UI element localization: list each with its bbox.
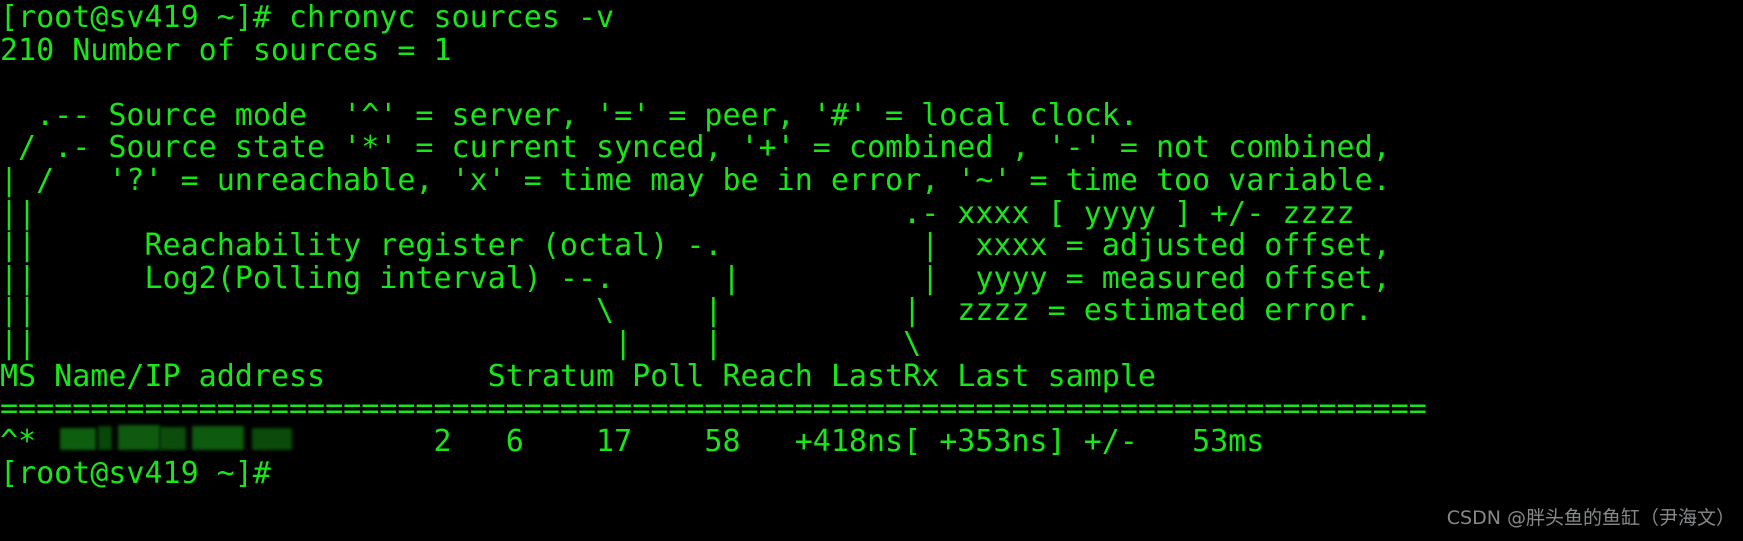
- terminal-line-prompt: [root@sv419 ~]#: [0, 456, 271, 492]
- table-cell-values: 2 6 17 58 +418ns[ +353ns] +/- 53ms: [54, 423, 1265, 459]
- terminal-line-legend-unreachable: | / '?' = unreachable, 'x' = time may be…: [0, 162, 1391, 198]
- table-header-row: MS Name/IP address Stratum Poll Reach La…: [0, 358, 1156, 394]
- table-row: ^* 2 6 17 58 +418ns[ +353ns] +/- 53ms: [0, 423, 1743, 459]
- table-separator: ========================================…: [0, 393, 1427, 426]
- terminal-line-pointer-guides: || | | \: [0, 325, 922, 361]
- watermark-text: CSDN @胖头鱼的鱼缸（尹海文）: [1446, 507, 1735, 530]
- terminal-line-estimated-error: || \ | | zzzz = estimated error.: [0, 293, 1373, 329]
- terminal-line-polling-interval: || Log2(Polling interval) --. | | yyyy =…: [0, 260, 1391, 296]
- terminal-window[interactable]: [root@sv419 ~]# chronyc sources -v 210 N…: [0, 0, 1743, 541]
- terminal-line-reachability-register: || Reachability register (octal) -. | xx…: [0, 228, 1391, 264]
- table-cell-ms: ^*: [0, 423, 55, 459]
- terminal-line-legend-source-state: / .- Source state '*' = current synced, …: [0, 130, 1391, 166]
- terminal-line-command: [root@sv419 ~]# chronyc sources -v: [0, 0, 615, 35]
- terminal-line-sample-format: || .- xxxx [ yyyy ] +/- zzzz: [0, 195, 1355, 231]
- terminal-line-source-count: 210 Number of sources = 1: [0, 32, 452, 68]
- terminal-line-legend-source-mode: .-- Source mode '^' = server, '=' = peer…: [0, 97, 1138, 133]
